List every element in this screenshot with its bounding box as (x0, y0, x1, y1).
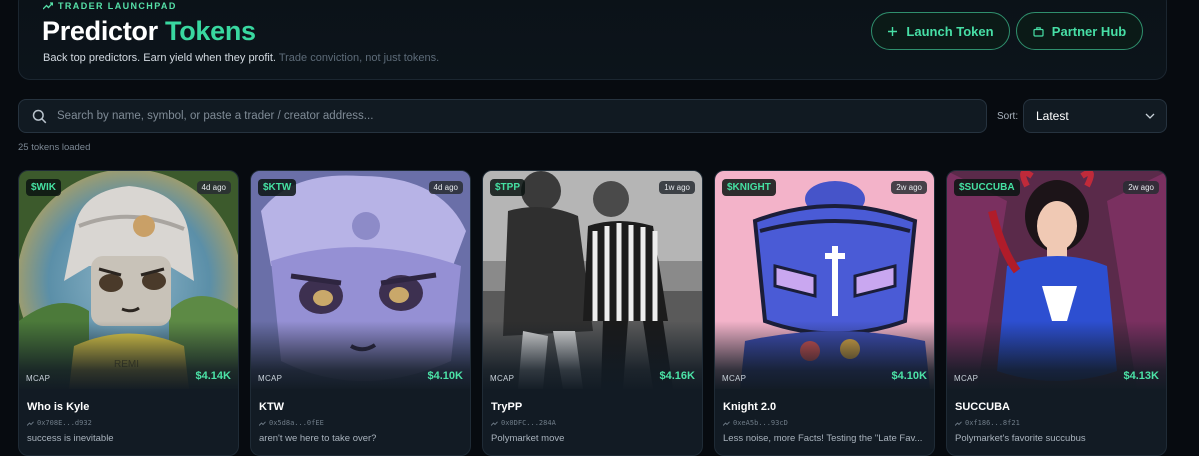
token-age: 4d ago (428, 181, 463, 194)
chevron-down-icon (1145, 113, 1155, 119)
token-address-text: 0xeA5b...93cD (733, 419, 788, 427)
mcap-label: MCAP (258, 374, 283, 383)
sort-label: Sort: (997, 111, 1019, 122)
token-description: success is inevitable (27, 433, 114, 444)
token-card[interactable]: $KNIGHT 2w ago MCAP $4.10K Knight 2.0 0x… (714, 170, 935, 456)
token-age: 1w ago (659, 181, 695, 194)
token-address-text: 0xf186...8f21 (965, 419, 1020, 427)
token-description: Polymarket's favorite succubus (955, 433, 1086, 444)
launchpad-kicker: TRADER LAUNCHPAD (43, 1, 177, 11)
title-main: Predictor (42, 16, 158, 46)
launch-token-button[interactable]: Launch Token (871, 12, 1010, 50)
trend-up-icon (43, 2, 53, 10)
token-name: Who is Kyle (27, 401, 90, 413)
launch-token-label: Launch Token (906, 23, 994, 39)
trend-up-icon (955, 420, 962, 426)
token-symbol: $TPP (490, 179, 526, 196)
trend-up-icon (723, 420, 730, 426)
token-address-text: 0x0DFC...284A (501, 419, 556, 427)
subtitle-muted-text: Trade conviction, not just tokens. (278, 52, 440, 64)
mcap-label: MCAP (490, 374, 515, 383)
token-symbol: $KTW (258, 179, 297, 196)
token-description: Polymarket move (491, 433, 565, 444)
token-description: Less noise, more Facts! Testing the "Lat… (723, 433, 923, 444)
partner-hub-label: Partner Hub (1051, 23, 1127, 39)
token-age: 4d ago (196, 181, 231, 194)
search-placeholder: Search by name, symbol, or paste a trade… (57, 110, 374, 122)
trend-up-icon (27, 420, 34, 426)
token-symbol: $KNIGHT (722, 179, 776, 196)
sort-value: Latest (1036, 109, 1069, 123)
token-name: KTW (259, 401, 285, 413)
token-symbol: $SUCCUBA (954, 179, 1020, 196)
mcap-value: $4.16K (659, 370, 695, 382)
plus-icon (888, 26, 898, 36)
token-address-text: 0x5d8a...0fEE (269, 419, 324, 427)
sort-select[interactable]: Latest (1023, 99, 1167, 133)
token-address: 0xeA5b...93cD (723, 419, 788, 427)
tokens-loaded-count: 25 tokens loaded (18, 142, 91, 153)
token-name: TryPP (491, 401, 523, 413)
page-subtitle: Back top predictors. Earn yield when the… (43, 52, 439, 64)
briefcase-icon (1033, 26, 1044, 37)
token-age: 2w ago (891, 181, 927, 194)
token-address: 0x5d8a...0fEE (259, 419, 324, 427)
mcap-label: MCAP (722, 374, 747, 383)
token-address: 0x0DFC...284A (491, 419, 556, 427)
trend-up-icon (491, 420, 498, 426)
token-address: 0xf186...8f21 (955, 419, 1020, 427)
mcap-value: $4.14K (195, 370, 231, 382)
mcap-label: MCAP (954, 374, 979, 383)
trend-up-icon (259, 420, 266, 426)
mcap-label: MCAP (26, 374, 51, 383)
title-accent: Tokens (165, 16, 256, 46)
search-icon (32, 109, 47, 123)
kicker-text: TRADER LAUNCHPAD (58, 1, 177, 11)
token-name: SUCCUBA (955, 401, 1010, 413)
page-title: Predictor Tokens (42, 16, 256, 47)
subtitle-text: Back top predictors. Earn yield when the… (43, 52, 276, 64)
token-address-text: 0x708E...d932 (37, 419, 92, 427)
mcap-value: $4.10K (891, 370, 927, 382)
token-address: 0x708E...d932 (27, 419, 92, 427)
token-card[interactable]: REMI $WIK 4d ago MCAP $4.14K Who is Kyle… (18, 170, 239, 456)
token-name: Knight 2.0 (723, 401, 777, 413)
token-card[interactable]: $KTW 4d ago MCAP $4.10K KTW 0x5d8a...0fE… (250, 170, 471, 456)
token-card[interactable]: $SUCCUBA 2w ago MCAP $4.13K SUCCUBA 0xf1… (946, 170, 1167, 456)
token-description: aren't we here to take over? (259, 433, 377, 444)
token-card[interactable]: $TPP 1w ago MCAP $4.16K TryPP 0x0DFC...2… (482, 170, 703, 456)
search-input[interactable]: Search by name, symbol, or paste a trade… (18, 99, 987, 133)
token-age: 2w ago (1123, 181, 1159, 194)
mcap-value: $4.13K (1123, 370, 1159, 382)
mcap-value: $4.10K (427, 370, 463, 382)
token-symbol: $WIK (26, 179, 61, 196)
partner-hub-button[interactable]: Partner Hub (1016, 12, 1143, 50)
